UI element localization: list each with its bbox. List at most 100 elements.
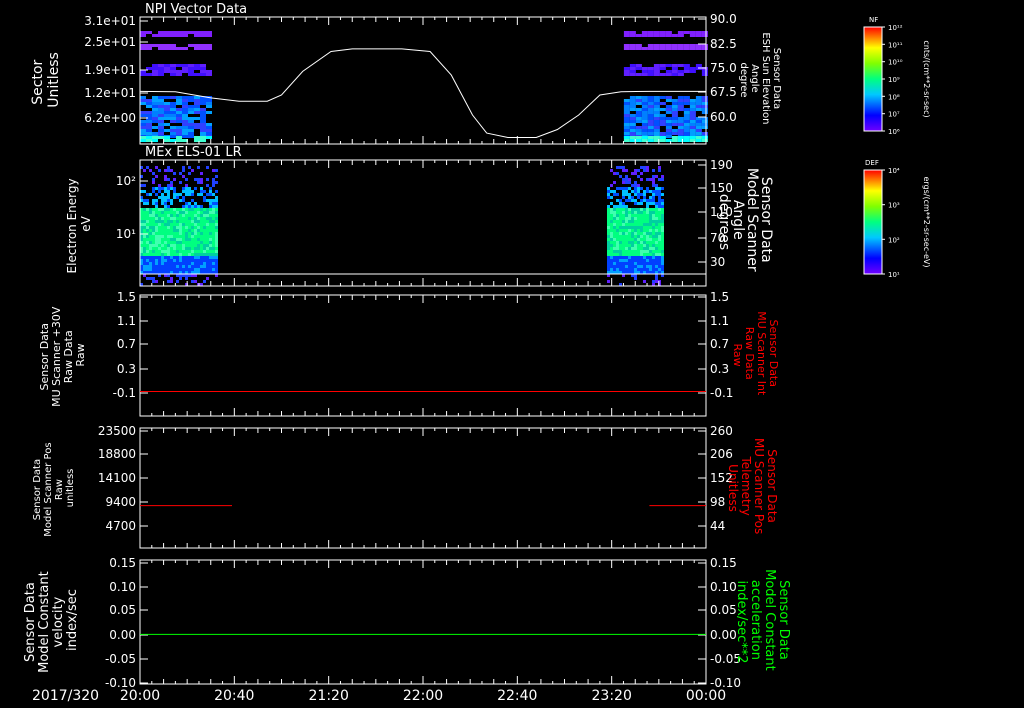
heat-cell [616,268,619,271]
heat-cell [212,223,215,226]
heat-cell [607,196,610,199]
heat-cell [182,102,188,105]
heat-cell [170,235,173,238]
heat-cell [188,31,194,34]
heat-cell [619,208,622,211]
time-tick-label: 00:00 [686,688,726,704]
heat-cell [619,238,622,241]
heat-cell [641,132,648,135]
heat-cell [661,175,664,178]
panel3-ylabel-right-3: Raw [731,343,744,366]
heat-cell [194,211,197,214]
heat-cell [191,238,194,241]
heat-cell [635,120,642,123]
heat-cell [167,214,170,217]
heat-cell [655,208,658,211]
heat-cell [143,256,146,259]
heat-cell [167,223,170,226]
heat-cell [641,70,648,73]
heat-cell [170,256,173,259]
right-tick-label: 67.5 [710,85,737,99]
heat-cell [182,47,188,50]
heat-cell [182,175,185,178]
heat-cell [155,250,158,253]
heat-cell [158,120,164,123]
heat-cell [164,202,167,205]
heat-cell [143,220,146,223]
left-tick-label: 0.00 [109,628,136,642]
heat-cell [647,123,654,126]
heat-cell [646,238,649,241]
heat-cell [146,253,149,256]
panel5-ylabel-right-2: acceleration [748,580,763,660]
heat-cell [200,117,206,120]
svg-text:Sensor Data ESH Sun Elev: Sensor Data ESH Sun Elevation Angle degr… [738,32,782,127]
heat-cell [637,175,640,178]
heat-cell [158,217,161,220]
heat-cell [689,111,696,114]
heat-cell [659,73,666,76]
heat-cell [173,265,176,268]
heat-cell [613,223,616,226]
heat-cell [613,268,616,271]
heat-cell [170,217,173,220]
heat-cell [610,262,613,265]
heat-cell [637,190,640,193]
panel2-ylabel-right-3: degrees [716,194,732,250]
heat-cell [209,235,212,238]
heat-cell [182,126,188,129]
heat-cell [607,268,610,271]
heat-cell [188,250,191,253]
heat-cell [182,253,185,256]
heat-cell [158,136,164,139]
heat-cell [185,268,188,271]
right-tick-label: 82.5 [710,37,737,51]
heat-cell [655,250,658,253]
heat-cell [635,139,642,142]
heat-cell [200,205,203,208]
heat-cell [643,229,646,232]
heat-cell [613,229,616,232]
heat-cell [194,232,197,235]
heat-cell [212,169,215,172]
heat-cell [206,105,212,108]
panel1-ylabel-right-2: Angle [749,64,760,92]
heat-cell [701,96,708,99]
heat-cell [610,268,613,271]
heat-cell [152,229,155,232]
heat-cell [671,102,678,105]
heat-cell [212,193,215,196]
heat-cell [671,73,678,76]
heat-cell [200,73,206,76]
heat-cell [167,250,170,253]
heat-cell [149,211,152,214]
heat-cell [215,253,218,256]
heat-cell [625,181,628,184]
heat-cell [176,214,179,217]
heat-cell [646,166,649,169]
heat-cell [143,199,146,202]
heat-cell [209,232,212,235]
svg-text:Sensor Data Model Scanne: Sensor Data Model Scanner Pos Raw unitle… [32,439,76,536]
heat-cell [610,208,613,211]
heat-cell [661,217,664,220]
heat-cell [188,217,191,220]
heat-cell [655,220,658,223]
heat-cell [643,265,646,268]
heat-cell [631,235,634,238]
heat-cell [635,102,642,105]
heat-cell [197,217,200,220]
heat-cell [164,253,167,256]
heat-cell [631,238,634,241]
heat-cell [637,187,640,190]
heat-cell [652,214,655,217]
heat-cell [607,193,610,196]
heat-cell [610,259,613,262]
left-tick-label: 2.5e+01 [84,35,136,49]
heat-cell [188,193,191,196]
heat-cell [619,256,622,259]
heat-cell [661,187,664,190]
heat-cell [661,178,664,181]
heat-cell [203,232,206,235]
heat-cell [164,256,167,259]
